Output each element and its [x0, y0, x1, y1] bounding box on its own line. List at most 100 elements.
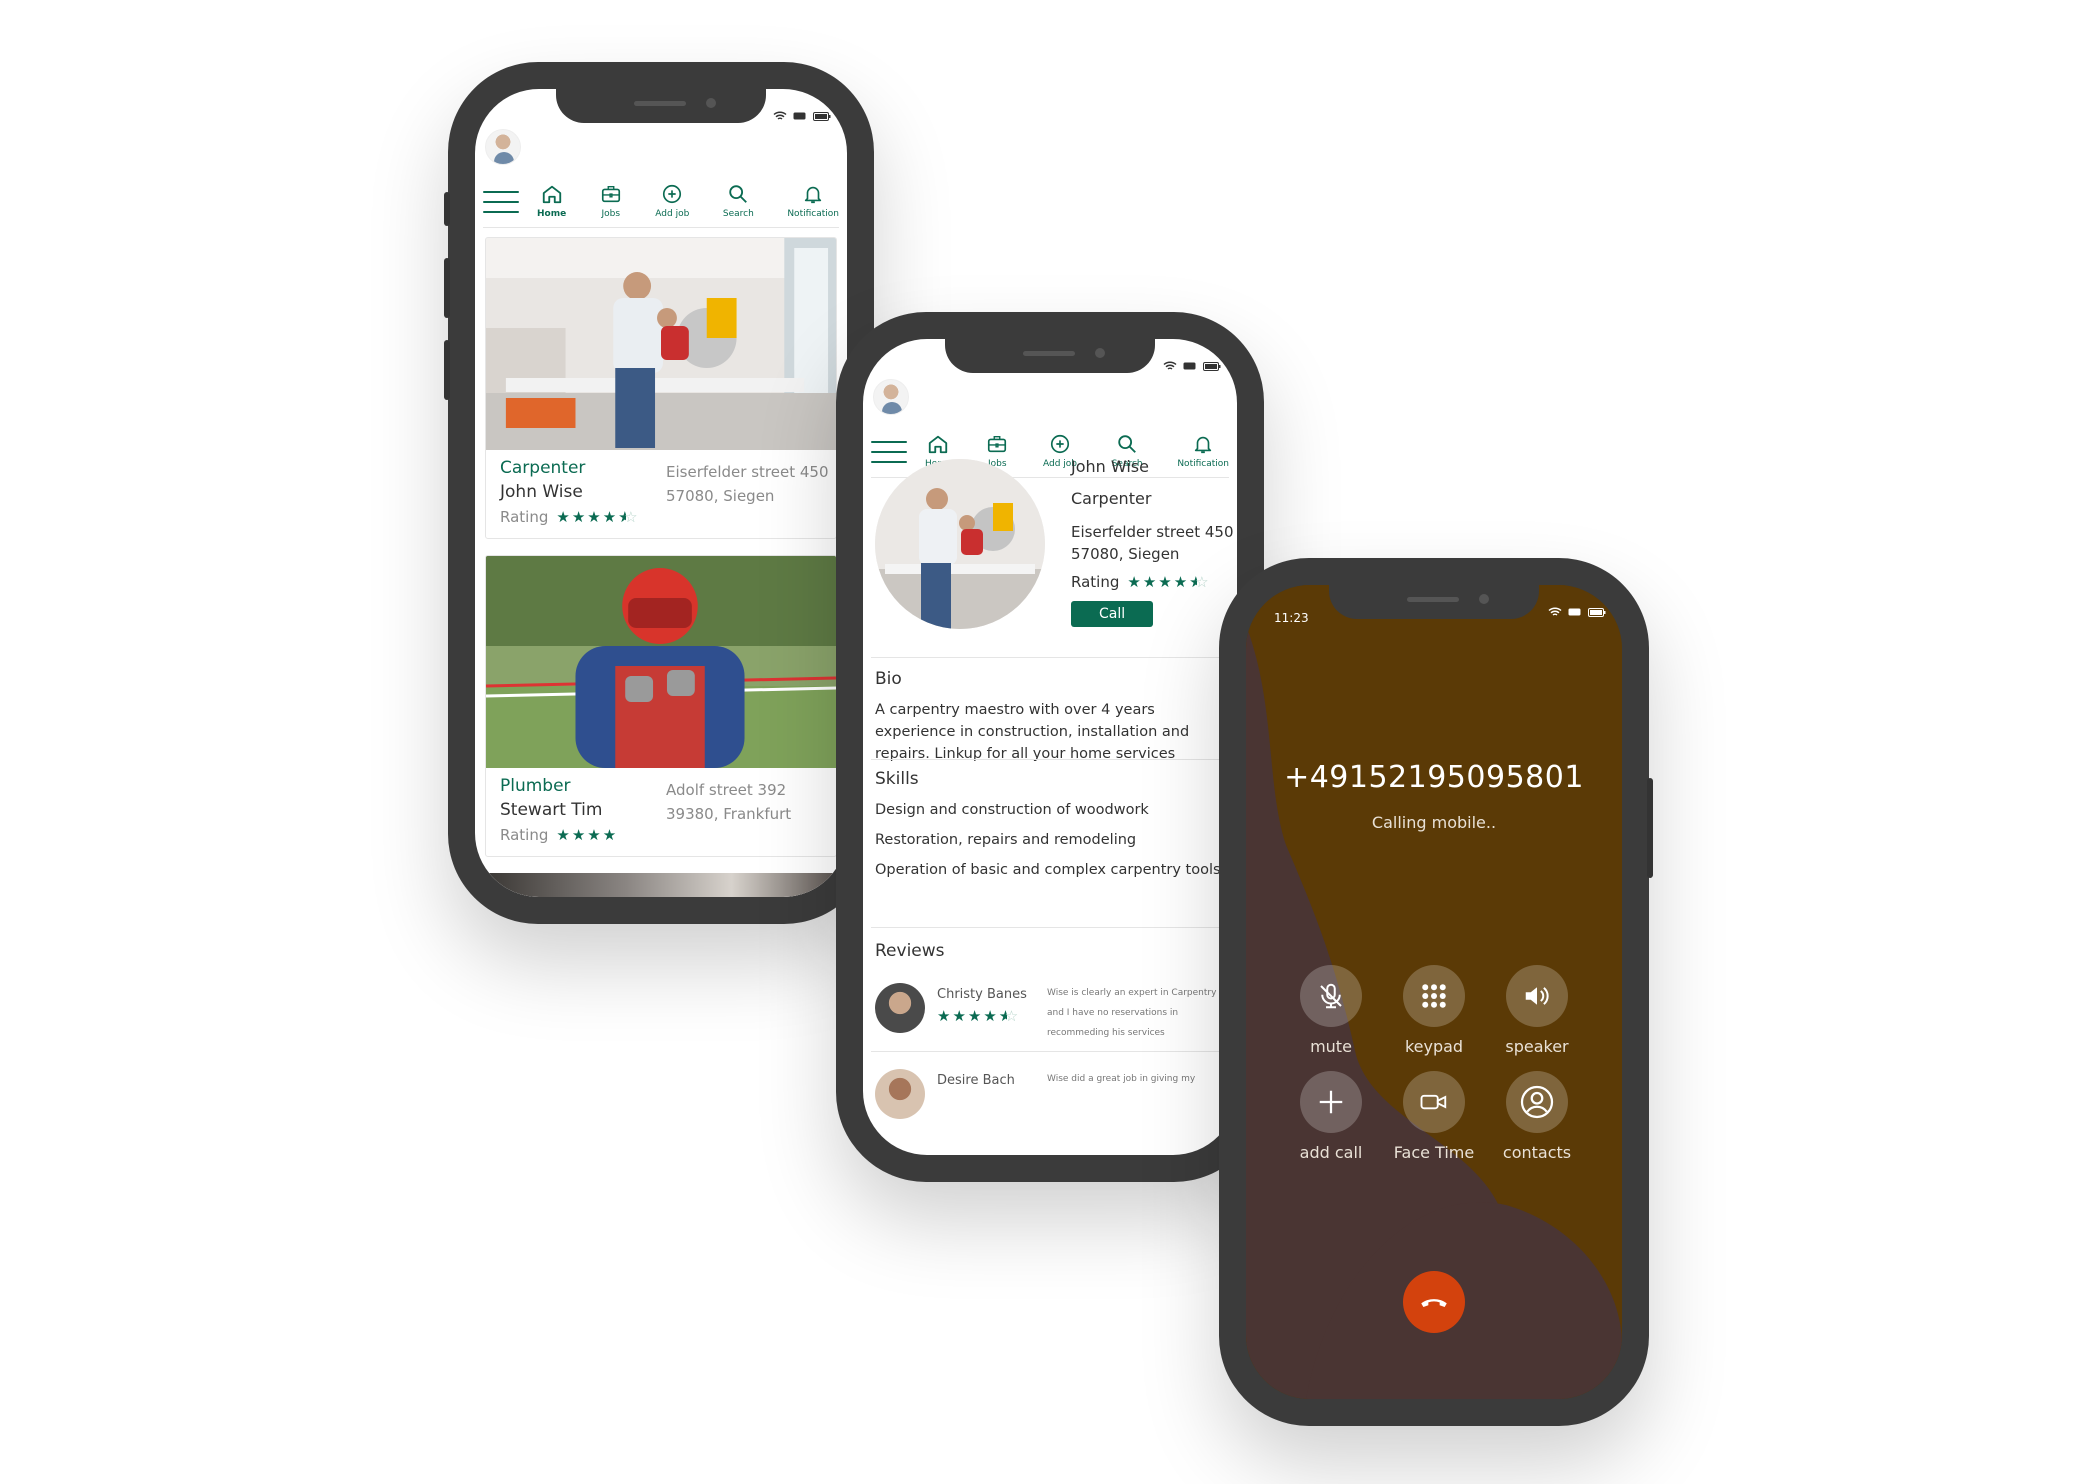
phone-call: 11:23 +49152195095801 Calling mobile.. m… [1219, 558, 1653, 1426]
card-address-line2: 39380, Frankfurt [666, 805, 792, 823]
user-avatar[interactable] [873, 379, 909, 415]
call-number: +49152195095801 [1284, 760, 1584, 795]
video-camera-icon [1420, 1094, 1447, 1110]
battery-icon [813, 111, 831, 121]
phone-listing: Home Jobs Add job Search Notification Ca… [444, 62, 874, 924]
profile-rating: Rating ★★★★★☆ [1071, 571, 1234, 593]
skill-item: Restoration, repairs and remodeling [875, 832, 1137, 848]
call-screen: 11:23 +49152195095801 Calling mobile.. m… [1246, 585, 1622, 1399]
profile-role: Carpenter [1071, 489, 1152, 508]
contacts-control[interactable]: contacts [1482, 1071, 1592, 1162]
keypad-label: keypad [1404, 1037, 1464, 1056]
nav-jobs[interactable]: Jobs [600, 183, 622, 219]
battery-small-icon [793, 112, 806, 120]
skill-item: Operation of basic and complex carpentry… [875, 862, 1221, 878]
reviewer-avatar [875, 1069, 925, 1119]
reviewer-avatar [875, 983, 925, 1033]
worker-photo [485, 873, 837, 897]
speaker-control[interactable]: speaker [1482, 965, 1592, 1056]
home-icon [542, 185, 561, 204]
mute-label: mute [1310, 1037, 1352, 1056]
add-circle-icon [663, 184, 682, 204]
card-name: Stewart Tim [500, 800, 603, 820]
card-address-line1: Eiserfelder street 450 [666, 463, 829, 481]
wifi-icon [1548, 607, 1562, 616]
card-address: Adolf street 392 39380, Frankfurt [666, 778, 791, 826]
status-time: 11:23 [1274, 611, 1309, 625]
card-rating: Rating ★★★★ [500, 826, 618, 844]
card-address: Eiserfelder street 450 57080, Siegen [666, 460, 829, 508]
search-icon [729, 185, 748, 203]
rating-stars: ★★★★★☆ [556, 508, 640, 526]
rating-label: Rating [500, 508, 549, 526]
home-icon [929, 435, 948, 454]
review-text: Wise is clearly an expert in Carpentry a… [1047, 988, 1217, 1038]
contact-icon [1520, 1085, 1554, 1119]
call-status: Calling mobile.. [1371, 813, 1497, 832]
worker-card-carpenter[interactable]: Carpenter John Wise Rating ★★★★★☆ Eiserf… [485, 237, 837, 539]
review-item: Christy Banes ★★★★★☆ Wise is clearly an … [875, 983, 1227, 1043]
phone-profile: Home Jobs Add job Search Notification [836, 312, 1268, 1182]
profile-address-line1: Eiserfelder street 450 [1071, 523, 1234, 541]
reviews-title: Reviews [875, 941, 945, 961]
card-rating: Rating ★★★★★☆ [500, 508, 640, 526]
card-name: John Wise [500, 482, 583, 502]
rating-label: Rating [1071, 573, 1120, 591]
add-call-label: add call [1299, 1143, 1363, 1162]
review-text: Wise did a great job in giving my [1047, 1074, 1196, 1084]
wifi-icon [773, 111, 787, 120]
user-avatar[interactable] [485, 129, 521, 165]
card-address-line2: 57080, Siegen [666, 487, 775, 505]
reviewer-name: Christy Banes [937, 987, 1027, 1002]
card-role: Plumber [500, 776, 571, 796]
profile-screen: Home Jobs Add job Search Notification [863, 339, 1237, 1155]
status-bar [1548, 607, 1606, 617]
add-circle-icon [1050, 434, 1070, 454]
rating-label: Rating [500, 826, 549, 844]
skills-title: Skills [875, 769, 919, 789]
end-call-button[interactable] [1403, 1271, 1465, 1333]
nav-home[interactable]: Home [537, 183, 566, 219]
mute-control[interactable]: mute [1276, 965, 1386, 1056]
keypad-icon [1422, 984, 1446, 1008]
battery-small-icon [1183, 362, 1196, 370]
profile-address-line2: 57080, Siegen [1071, 545, 1180, 563]
battery-icon [1588, 607, 1606, 617]
plus-icon [1319, 1090, 1343, 1114]
top-nav: Home Jobs Add job Search Notification [483, 173, 839, 219]
bio-title: Bio [875, 669, 902, 689]
briefcase-icon [988, 435, 1007, 453]
phone-hangup-icon [1421, 1299, 1447, 1307]
worker-card-plumber[interactable]: Plumber Stewart Tim Rating ★★★★ Adolf st… [485, 555, 837, 857]
carpenter-photo [486, 238, 836, 450]
status-bar [1163, 361, 1221, 371]
bell-icon [804, 186, 822, 204]
rating-stars: ★★★★★☆ [1127, 573, 1211, 591]
face-time-control[interactable]: Face Time [1379, 1071, 1489, 1162]
card-role: Carpenter [500, 458, 586, 478]
skills-list: Design and construction of woodwork Rest… [875, 799, 1227, 881]
worker-card-partial[interactable] [485, 873, 837, 897]
nav-notification[interactable]: Notification [787, 183, 839, 219]
wifi-icon [1163, 361, 1177, 370]
briefcase-icon [601, 185, 620, 203]
nav-home-label: Home [537, 209, 567, 219]
nav-jobs-label: Jobs [601, 209, 621, 219]
card-address-line1: Adolf street 392 [666, 781, 787, 799]
menu-icon[interactable] [483, 191, 519, 213]
review-item: Desire Bach Wise did a great job in givi… [875, 1069, 1227, 1129]
listing-screen: Home Jobs Add job Search Notification Ca… [475, 89, 847, 897]
face-time-label: Face Time [1393, 1143, 1475, 1162]
keypad-control[interactable]: keypad [1379, 965, 1489, 1056]
menu-icon[interactable] [871, 441, 907, 463]
nav-search-label: Search [722, 209, 754, 219]
contacts-label: contacts [1502, 1143, 1572, 1162]
skill-item: Design and construction of woodwork [875, 802, 1149, 818]
add-call-control[interactable]: add call [1276, 1071, 1386, 1162]
rating-stars: ★★★★ [556, 826, 619, 844]
battery-small-icon [1568, 608, 1581, 616]
profile-info: John Wise Carpenter Eiserfelder street 4… [1071, 451, 1234, 629]
nav-add-job[interactable]: Add job [655, 183, 689, 219]
nav-search[interactable]: Search [723, 183, 754, 219]
call-button[interactable]: Call [1071, 601, 1154, 627]
